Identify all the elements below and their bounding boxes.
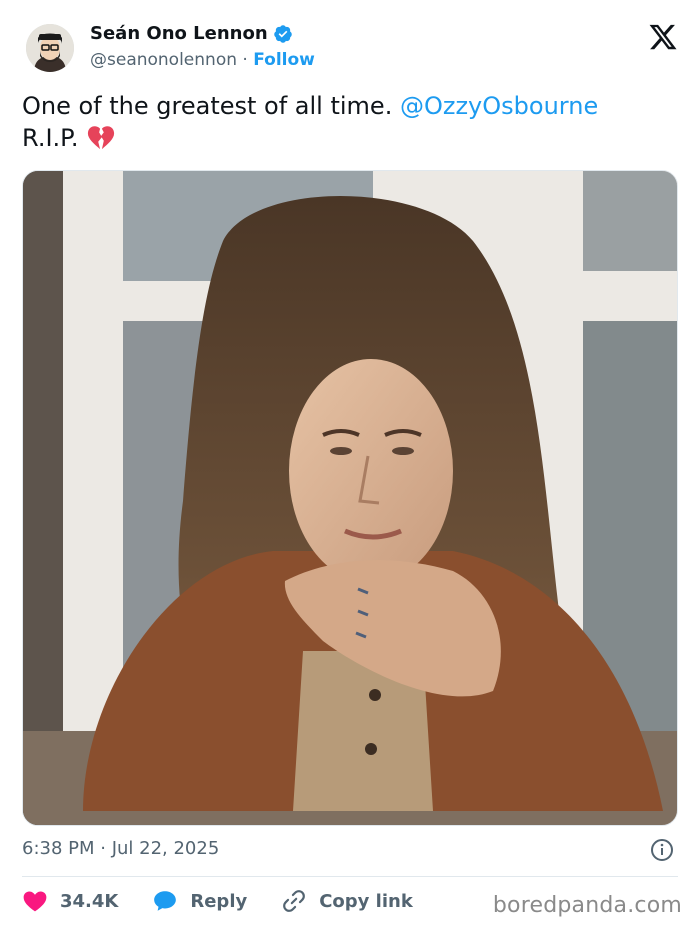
name-row: Seán Ono Lennon <box>90 23 293 44</box>
watermark: boredpanda.com <box>492 893 682 918</box>
follow-button[interactable]: Follow <box>253 50 315 70</box>
avatar[interactable] <box>26 24 74 72</box>
verified-badge-icon <box>273 24 292 43</box>
reply-icon <box>154 891 177 911</box>
tweet-body-line2: R.I.P. <box>22 124 79 152</box>
broken-heart-icon <box>88 126 115 150</box>
likes-count: 34.4K <box>60 890 119 912</box>
x-logo-icon[interactable] <box>648 22 678 52</box>
copy-link-button[interactable]: Copy link <box>281 888 413 914</box>
handle[interactable]: @seanonolennon <box>90 50 237 70</box>
reply-label: Reply <box>190 890 248 912</box>
mention-link[interactable]: @OzzyOsbourne <box>400 92 598 120</box>
action-bar: 34.4K Reply Copy link <box>22 886 447 916</box>
display-name[interactable]: Seán Ono Lennon <box>90 23 268 44</box>
tweet-text: One of the greatest of all time. @OzzyOs… <box>22 90 682 154</box>
link-icon <box>283 890 306 912</box>
reply-button[interactable]: Reply <box>152 888 247 914</box>
heart-icon <box>23 891 47 912</box>
handle-row: @seanonolennon · Follow <box>90 50 315 70</box>
info-icon[interactable] <box>650 838 674 862</box>
like-button[interactable]: 34.4K <box>22 888 118 914</box>
separator: · <box>242 50 248 70</box>
tweet-header: Seán Ono Lennon @seanonolennon · Follow <box>26 20 686 80</box>
tweet-timestamp[interactable]: 6:38 PM · Jul 22, 2025 <box>22 838 219 859</box>
tweet-photo[interactable] <box>22 170 678 826</box>
tweet-body: One of the greatest of all time. <box>22 92 393 120</box>
divider <box>22 876 678 877</box>
copy-link-label: Copy link <box>319 890 413 912</box>
